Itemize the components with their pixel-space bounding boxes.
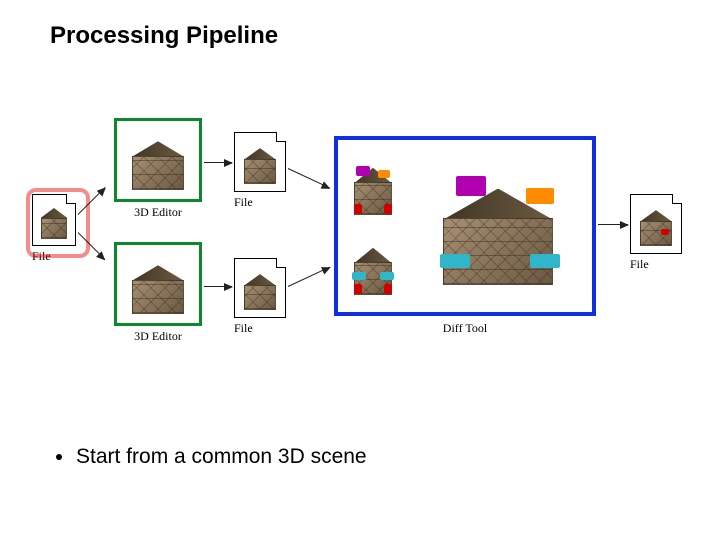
file-label: File [234, 321, 253, 336]
file-label: File [234, 195, 253, 210]
editor-label: 3D Editor [134, 329, 182, 344]
bullet-dot-icon [56, 454, 62, 460]
node-file-output: File [630, 194, 682, 272]
diff-merged-view [412, 148, 584, 304]
diff-label: Diff Tool [334, 321, 596, 336]
arrow-file-bottom-to-diff [288, 267, 330, 287]
file-icon [234, 132, 286, 192]
diff-tool-box [334, 136, 596, 316]
node-editor-top: 3D Editor [114, 118, 202, 220]
bullet-item: Start from a common 3D scene [56, 445, 367, 469]
arrow-editor-top-to-file-top [204, 162, 232, 163]
node-file-source: File [32, 194, 76, 264]
arrow-editor-bottom-to-file-bottom [204, 286, 232, 287]
arrow-diff-to-output [598, 224, 628, 225]
slide: Processing Pipeline File 3D Editor 3D Ed… [0, 0, 720, 540]
editor-icon [114, 118, 202, 202]
arrow-file-top-to-diff [288, 168, 330, 188]
file-icon [630, 194, 682, 254]
file-label: File [630, 257, 649, 272]
node-file-bottom: File [234, 258, 286, 336]
file-icon [32, 194, 76, 246]
node-editor-bottom: 3D Editor [114, 242, 202, 344]
editor-icon [114, 242, 202, 326]
file-icon [234, 258, 286, 318]
editor-label: 3D Editor [134, 205, 182, 220]
pipeline-diagram: File 3D Editor 3D Editor File [32, 118, 692, 368]
diff-thumb-bottom [344, 228, 402, 304]
node-file-top: File [234, 132, 286, 210]
bullet-text: Start from a common 3D scene [76, 445, 367, 469]
diff-thumb-top [344, 148, 402, 224]
slide-title: Processing Pipeline [50, 22, 278, 50]
